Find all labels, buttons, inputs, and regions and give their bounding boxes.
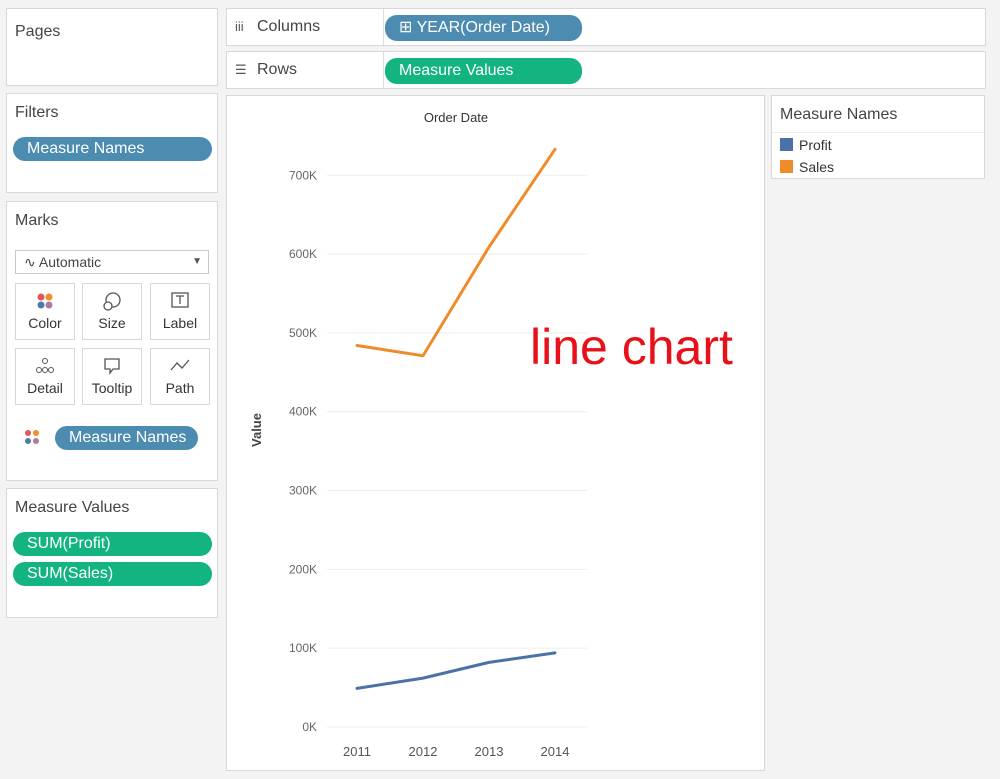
x-tick-label: 2014 xyxy=(541,744,570,759)
shelf-divider xyxy=(383,9,384,45)
legend-swatch-profit xyxy=(780,138,793,151)
filters-title: Filters xyxy=(15,104,59,121)
y-tick-label: 0K xyxy=(302,720,317,734)
marks-card: Marks ∿ Automatic ▼ Color Size Label Det… xyxy=(6,201,218,481)
color-button[interactable]: Color xyxy=(15,283,75,340)
measure-pill-profit[interactable]: SUM(Profit) xyxy=(13,532,212,556)
measure-pill-sales[interactable]: SUM(Sales) xyxy=(13,562,212,586)
legend-swatch-sales xyxy=(780,160,793,173)
size-button[interactable]: Size xyxy=(82,283,142,340)
path-icon xyxy=(151,356,209,378)
x-tick-label: 2011 xyxy=(343,744,371,759)
columns-icon: iii xyxy=(235,19,244,34)
label-button[interactable]: Label xyxy=(150,283,210,340)
rows-shelf-label: ☰ Rows xyxy=(235,61,298,78)
tooltip-button[interactable]: Tooltip xyxy=(82,348,142,405)
line-mark-icon: ∿ xyxy=(24,254,36,270)
line-chart: Order Date Value 0K 100K 200K 300K 400K 500K 600… xyxy=(249,110,587,759)
mark-type-value: Automatic xyxy=(38,254,102,270)
mark-type-select[interactable]: ∿ Automatic ▼ xyxy=(15,250,209,274)
y-tick-label: 100K xyxy=(289,641,317,655)
chart-view[interactable]: Order Date Value 0K 100K 200K 300K 400K 500K 600… xyxy=(226,95,765,771)
measure-values-card: Measure Values SUM(Profit) SUM(Sales) xyxy=(6,488,218,618)
chart-title: Order Date xyxy=(424,110,488,125)
filter-pill-measure-names[interactable]: Measure Names xyxy=(13,137,212,161)
y-tick-label: 200K xyxy=(289,562,317,576)
x-tick-label: 2013 xyxy=(475,744,504,759)
color-pill-measure-names[interactable]: Measure Names xyxy=(55,426,198,450)
columns-shelf-label: iii Columns xyxy=(235,18,321,35)
chevron-down-icon: ▼ xyxy=(192,256,202,267)
filters-card[interactable]: Filters Measure Names xyxy=(6,93,218,193)
rows-icon: ☰ xyxy=(235,62,247,77)
y-tick-label: 700K xyxy=(289,168,317,182)
y-axis-label: Value xyxy=(249,413,264,447)
y-tick-label: 600K xyxy=(289,247,317,261)
y-tick-label: 400K xyxy=(289,405,317,419)
pages-card[interactable]: Pages xyxy=(6,8,218,86)
legend-divider xyxy=(772,132,984,133)
y-tick-label: 300K xyxy=(289,484,317,498)
rows-shelf[interactable]: ☰ Rows Measure Values xyxy=(226,51,986,89)
size-icon xyxy=(83,291,141,313)
series-line-profit xyxy=(355,651,557,690)
y-tick-label: 500K xyxy=(289,326,317,340)
legend-item-sales[interactable]: Sales xyxy=(780,159,834,175)
legend-item-profit[interactable]: Profit xyxy=(780,137,832,153)
path-button[interactable]: Path xyxy=(150,348,210,405)
pages-title: Pages xyxy=(15,23,61,40)
color-encoding-icon xyxy=(24,429,40,450)
shelf-divider xyxy=(383,52,384,88)
color-icon xyxy=(16,291,74,313)
detail-button[interactable]: Detail xyxy=(15,348,75,405)
legend-card: Measure Names Profit Sales xyxy=(771,95,985,179)
overlay-annotation: line chart xyxy=(530,319,733,375)
x-tick-label: 2012 xyxy=(409,744,438,759)
expand-icon: ⊞ xyxy=(399,19,413,36)
columns-pill[interactable]: ⊞ YEAR(Order Date) xyxy=(385,15,582,41)
columns-shelf[interactable]: iii Columns ⊞ YEAR(Order Date) xyxy=(226,8,986,46)
marks-title: Marks xyxy=(15,212,59,229)
series-line-sales xyxy=(355,147,557,358)
label-icon xyxy=(151,291,209,313)
legend-title: Measure Names xyxy=(780,106,898,123)
detail-icon xyxy=(16,356,74,378)
rows-pill[interactable]: Measure Values xyxy=(385,58,582,84)
measure-values-title: Measure Values xyxy=(15,499,130,516)
tooltip-icon xyxy=(83,356,141,378)
